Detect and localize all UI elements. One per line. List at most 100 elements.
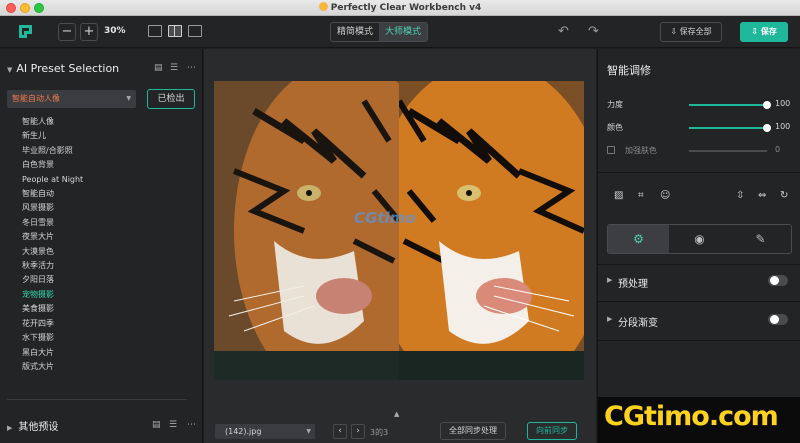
collapse-triangle-icon: ▼ <box>7 66 13 74</box>
face-icon[interactable]: ☺ <box>660 190 670 201</box>
color-label: 颜色 <box>607 123 623 132</box>
app-icon <box>318 2 328 11</box>
crop-icon[interactable]: ⌗ <box>638 190 644 201</box>
title-bar: Perfectly Clear Workbench v4 <box>0 0 800 16</box>
sync-forward-button[interactable]: 向前同步 <box>527 422 577 440</box>
save-all-label: 保存全部 <box>679 27 712 36</box>
sync-all-button[interactable]: 全部同步处理 <box>440 422 506 440</box>
adjustments-panel: 智能调修 力度 100 颜色 100 加强肤色 0 ▨ ⌗ ☺ ⇳ ⇔ ↻ ⚙ … <box>597 49 800 443</box>
preset-item[interactable]: 大漠景色 <box>22 245 83 259</box>
preset-item[interactable]: People at Night <box>22 173 83 187</box>
preset-item[interactable]: 版式大片 <box>22 360 83 374</box>
more-options-icon[interactable]: ⋯ <box>187 63 196 73</box>
main-toolbar: − + 30% 精简模式 大师模式 ↶ ↷ ⇩ 保存全部 ⇩ 保存 <box>0 16 800 48</box>
original-image <box>214 81 399 380</box>
preset-item[interactable]: 新生儿 <box>22 129 83 143</box>
mode-simple-tab[interactable]: 精简模式 <box>331 23 379 41</box>
tiger-photo-after <box>399 81 584 380</box>
rotate-icon[interactable]: ↻ <box>780 190 788 201</box>
other-list-view-icon[interactable]: ☰ <box>169 420 177 430</box>
preset-item[interactable]: 智能自动 <box>22 187 83 201</box>
preset-item[interactable]: 秋季活力 <box>22 259 83 273</box>
graduated-filter-section[interactable]: ▶ 分段渐变 <box>607 313 792 329</box>
tiger-photo-before <box>214 81 399 380</box>
preset-item[interactable]: 风景摄影 <box>22 201 83 215</box>
filmstrip-toggle-icon[interactable]: ▲ <box>394 410 399 418</box>
tab-adjust-sliders-icon[interactable]: ⚙ <box>608 225 669 253</box>
preset-item[interactable]: 夕阳日落 <box>22 273 83 287</box>
save-all-button[interactable]: ⇩ 保存全部 <box>660 22 722 42</box>
next-image-button[interactable]: › <box>351 424 365 439</box>
preset-dropdown-value: 智能自动人像 <box>12 94 60 103</box>
site-watermark: CGtimo.com <box>598 397 800 443</box>
app-logo-icon <box>19 25 32 38</box>
mode-switcher: 精简模式 大师模式 <box>330 22 429 42</box>
preset-item[interactable]: 美食摄影 <box>22 302 83 316</box>
save-button[interactable]: ⇩ 保存 <box>740 22 788 42</box>
single-view-icon[interactable] <box>148 25 162 37</box>
color-slider-fill <box>689 127 767 129</box>
image-counter: 3的3 <box>370 428 389 437</box>
zoom-out-button[interactable]: − <box>58 23 76 41</box>
export-icon: ⇩ <box>670 27 680 36</box>
previous-image-button[interactable]: ‹ <box>333 424 347 439</box>
color-slider-handle[interactable] <box>763 124 771 132</box>
dropdown-arrow-icon: ▼ <box>126 95 131 102</box>
flip-vertical-icon[interactable]: ⇳ <box>736 190 744 201</box>
preset-panel: ▼ AI Preset Selection ▤ ☰ ⋯ 智能自动人像 ▼ 已检出 智… <box>0 49 203 443</box>
levels-icon[interactable]: ▨ <box>614 190 623 201</box>
site-watermark-text: CGtimo.com <box>604 401 779 432</box>
grid-view-icon[interactable]: ▤ <box>154 63 163 73</box>
window-title-text: Perfectly Clear Workbench v4 <box>330 3 482 13</box>
preset-item[interactable]: 黑白大片 <box>22 346 83 360</box>
color-slider[interactable] <box>689 124 771 132</box>
graduated-filter-toggle[interactable] <box>768 314 788 325</box>
preset-item[interactable]: 冬日雪景 <box>22 216 83 230</box>
preprocess-section[interactable]: ▶ 预处理 <box>607 274 792 290</box>
tool-icon-row: ▨ ⌗ ☺ ⇳ ⇔ ↻ <box>614 190 788 204</box>
preset-list: 智能人像 新生儿 毕业照/合影照 白色背景 People at Night 智能自动 风景摄… <box>22 115 83 374</box>
preset-item[interactable]: 夜景大片 <box>22 230 83 244</box>
split-view-icon[interactable] <box>168 25 182 37</box>
divider <box>7 399 187 400</box>
expand-triangle-icon: ▶ <box>607 276 613 284</box>
image-canvas[interactable]: CGtimo ▲ (142).jpg ▼ ‹ › 3的3 全部同步处理 向前同步 <box>204 49 596 443</box>
adjustment-tabs: ⚙ ◉ ✎ <box>607 224 792 254</box>
other-grid-view-icon[interactable]: ▤ <box>152 420 161 430</box>
strength-slider[interactable] <box>689 101 771 109</box>
list-view-icon[interactable]: ☰ <box>170 63 178 73</box>
skin-tone-slider[interactable] <box>689 150 767 152</box>
preset-item[interactable]: 毕业照/合影照 <box>22 144 83 158</box>
tab-eye-icon[interactable]: ◉ <box>669 225 730 253</box>
strength-slider-handle[interactable] <box>763 101 771 109</box>
file-dropdown[interactable]: (142).jpg ▼ <box>215 424 315 439</box>
undo-icon[interactable]: ↶ <box>558 24 569 39</box>
file-dropdown-value: (142).jpg <box>225 427 262 436</box>
save-label: 保存 <box>760 27 777 36</box>
tab-paint-icon[interactable]: ✎ <box>730 225 791 253</box>
image-watermark: CGtimo <box>354 209 416 227</box>
divider <box>598 340 800 341</box>
other-more-options-icon[interactable]: ⋯ <box>187 420 196 430</box>
preset-dropdown[interactable]: 智能自动人像 ▼ <box>7 90 136 108</box>
preprocess-toggle[interactable] <box>768 275 788 286</box>
detected-button[interactable]: 已检出 <box>147 89 195 109</box>
preset-item[interactable]: 智能人像 <box>22 115 83 129</box>
processed-image <box>399 81 584 380</box>
mode-master-tab[interactable]: 大师模式 <box>379 23 428 41</box>
redo-icon[interactable]: ↷ <box>588 24 599 39</box>
preset-item[interactable]: 宠物摄影 <box>22 288 83 302</box>
preset-item[interactable]: 花开四季 <box>22 317 83 331</box>
other-presets-title: 其他预设 <box>18 422 59 433</box>
preset-item[interactable]: 水下摄影 <box>22 331 83 345</box>
other-presets-header[interactable]: ▶ 其他预设 <box>7 418 58 433</box>
flip-horizontal-icon[interactable]: ⇔ <box>758 190 766 201</box>
preset-section-header[interactable]: ▼ AI Preset Selection <box>7 62 119 75</box>
divider <box>598 264 800 265</box>
preset-item[interactable]: 白色背景 <box>22 158 83 172</box>
divider <box>598 172 800 173</box>
zoom-in-button[interactable]: + <box>80 23 98 41</box>
strength-slider-fill <box>689 104 767 106</box>
crop-compare-icon[interactable] <box>188 25 202 37</box>
skin-tone-checkbox[interactable] <box>607 146 615 154</box>
